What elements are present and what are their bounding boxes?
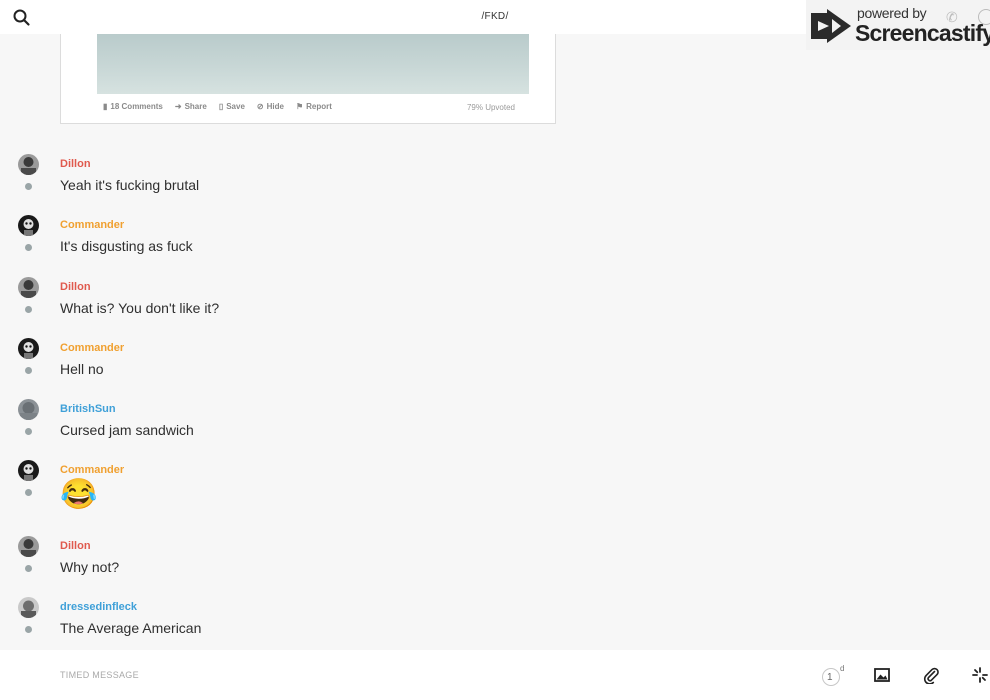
message-username[interactable]: Commander bbox=[60, 464, 124, 476]
report-label: Report bbox=[306, 102, 332, 111]
message-item: Dillon Yeah it's fucking brutal bbox=[0, 154, 990, 212]
sparkle-icon[interactable] bbox=[971, 666, 989, 684]
message-composer: 1 d bbox=[0, 650, 990, 700]
avatar[interactable] bbox=[18, 399, 39, 420]
share-icon: ➜ bbox=[174, 102, 182, 111]
avatar[interactable] bbox=[18, 154, 39, 175]
report-action[interactable]: ⚑ Report bbox=[296, 102, 332, 111]
message-item: Dillon Why not? bbox=[0, 536, 990, 594]
share-label: Share bbox=[184, 102, 207, 111]
read-indicator-dot bbox=[25, 244, 32, 251]
message-text: What is? You don't like it? bbox=[60, 300, 220, 316]
paperclip-icon[interactable] bbox=[922, 666, 940, 685]
message-text: Cursed jam sandwich bbox=[60, 422, 194, 438]
watermark-brand: Screencastify bbox=[855, 20, 990, 46]
message-item: Commander 😂 bbox=[0, 460, 990, 518]
upvoted-percentage: 79% Upvoted bbox=[466, 103, 515, 112]
avatar[interactable] bbox=[18, 597, 39, 618]
message-username[interactable]: Commander bbox=[60, 219, 124, 231]
message-text: The Average American bbox=[60, 620, 202, 636]
watermark-powered-by: powered by bbox=[857, 5, 927, 21]
message-item: Dillon What is? You don't like it? bbox=[0, 277, 990, 335]
read-indicator-dot bbox=[25, 183, 32, 190]
message-item: Commander Hell no bbox=[0, 338, 990, 396]
shared-post-preview[interactable]: ▮ 18 Comments ➜ Share ▯ Save ⊘ Hide ⚑ Report … bbox=[60, 34, 556, 124]
message-username[interactable]: dressedinfleck bbox=[60, 601, 137, 613]
read-indicator-dot bbox=[25, 367, 32, 374]
message-text: Hell no bbox=[60, 361, 104, 377]
flag-icon: ⚑ bbox=[295, 102, 304, 111]
phone-icon[interactable]: ✆ bbox=[946, 9, 958, 26]
post-image bbox=[97, 34, 529, 94]
read-indicator-dot bbox=[25, 565, 32, 572]
avatar[interactable] bbox=[18, 215, 39, 236]
hide-icon: ⊘ bbox=[256, 102, 264, 111]
hide-label: Hide bbox=[266, 102, 284, 111]
read-indicator-dot bbox=[25, 626, 32, 633]
message-item: dressedinfleck The Average American bbox=[0, 597, 990, 655]
avatar[interactable] bbox=[18, 536, 39, 557]
message-item: Commander It's disgusting as fuck bbox=[0, 215, 990, 273]
bookmark-icon: ▯ bbox=[218, 102, 224, 111]
info-icon[interactable] bbox=[978, 9, 990, 25]
read-indicator-dot bbox=[25, 428, 32, 435]
comments-action[interactable]: ▮ 18 Comments bbox=[103, 102, 163, 111]
timer-unit: d bbox=[840, 664, 845, 673]
message-username[interactable]: Dillon bbox=[60, 281, 91, 293]
timed-message-input[interactable] bbox=[60, 665, 660, 685]
save-action[interactable]: ▯ Save bbox=[219, 102, 245, 111]
message-text: Yeah it's fucking brutal bbox=[60, 177, 200, 193]
timer-value: 1 bbox=[827, 672, 833, 683]
message-username[interactable]: Commander bbox=[60, 342, 124, 354]
post-actions: ▮ 18 Comments ➜ Share ▯ Save ⊘ Hide ⚑ Report bbox=[103, 102, 332, 111]
image-icon[interactable] bbox=[873, 666, 891, 684]
message-username[interactable]: Dillon bbox=[60, 540, 91, 552]
timer-button[interactable]: 1 d bbox=[822, 664, 846, 686]
comment-icon: ▮ bbox=[103, 102, 108, 111]
read-indicator-dot bbox=[25, 306, 32, 313]
screencastify-watermark: powered by Screencastify ✆ bbox=[806, 0, 990, 50]
message-emoji: 😂 bbox=[60, 478, 98, 511]
read-indicator-dot bbox=[25, 489, 32, 496]
avatar[interactable] bbox=[18, 277, 39, 298]
avatar[interactable] bbox=[18, 338, 39, 359]
avatar[interactable] bbox=[18, 460, 39, 481]
comments-label: 18 Comments bbox=[110, 102, 163, 111]
save-label: Save bbox=[226, 102, 245, 111]
message-username[interactable]: Dillon bbox=[60, 158, 91, 170]
message-text: It's disgusting as fuck bbox=[60, 238, 193, 254]
share-action[interactable]: ➜ Share bbox=[175, 102, 207, 111]
message-item: BritishSun Cursed jam sandwich bbox=[0, 399, 990, 457]
message-username[interactable]: BritishSun bbox=[60, 403, 116, 415]
screencastify-logo-icon bbox=[809, 7, 853, 50]
hide-action[interactable]: ⊘ Hide bbox=[257, 102, 284, 111]
message-text: Why not? bbox=[60, 559, 120, 575]
